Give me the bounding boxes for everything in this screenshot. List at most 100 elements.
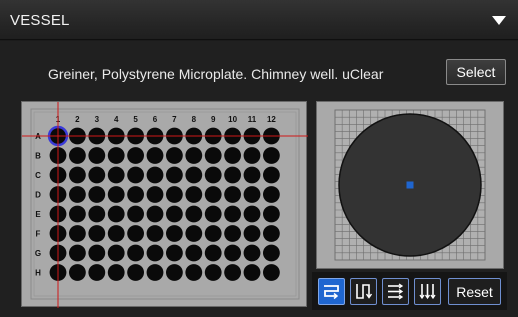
- well-F3[interactable]: [88, 225, 106, 242]
- well-H8[interactable]: [185, 264, 203, 281]
- well-E9[interactable]: [204, 205, 222, 223]
- well-D10[interactable]: [224, 186, 242, 203]
- well-F2[interactable]: [69, 225, 86, 242]
- well-D3[interactable]: [88, 186, 106, 203]
- well-B8[interactable]: [185, 147, 203, 164]
- column-label: 7: [172, 115, 177, 124]
- well-C11[interactable]: [243, 166, 261, 184]
- well-F5[interactable]: [127, 225, 144, 242]
- plate-map-canvas[interactable]: 123456789101112ABCDEFGH: [22, 102, 308, 308]
- well-C7[interactable]: [166, 166, 183, 184]
- well-D11[interactable]: [243, 186, 261, 203]
- well-E3[interactable]: [88, 205, 106, 223]
- well-E8[interactable]: [185, 205, 203, 223]
- well-B5[interactable]: [127, 147, 144, 164]
- well-H2[interactable]: [69, 264, 86, 281]
- well-D8[interactable]: [185, 186, 203, 203]
- well-E2[interactable]: [69, 205, 86, 223]
- well-F4[interactable]: [107, 225, 125, 242]
- panel-header[interactable]: VESSEL: [0, 0, 518, 40]
- well-D6[interactable]: [146, 186, 164, 203]
- well-E4[interactable]: [107, 205, 125, 223]
- well-B4[interactable]: [107, 147, 125, 164]
- well-G9[interactable]: [204, 244, 222, 262]
- column-label: 9: [211, 115, 216, 124]
- well-D5[interactable]: [127, 186, 144, 203]
- well-H5[interactable]: [127, 264, 144, 281]
- well-C2[interactable]: [69, 166, 86, 184]
- well-G5[interactable]: [127, 244, 144, 262]
- well-C12[interactable]: [263, 166, 280, 184]
- well-E6[interactable]: [146, 205, 164, 223]
- raster-horizontal-button[interactable]: [382, 278, 409, 305]
- well-E5[interactable]: [127, 205, 144, 223]
- row-label: B: [35, 152, 41, 161]
- well-B9[interactable]: [204, 147, 222, 164]
- well-C3[interactable]: [88, 166, 106, 184]
- well-G8[interactable]: [185, 244, 203, 262]
- well-C5[interactable]: [127, 166, 144, 184]
- well-D4[interactable]: [107, 186, 125, 203]
- well-E12[interactable]: [263, 205, 280, 223]
- well-C6[interactable]: [146, 166, 164, 184]
- row-label: E: [35, 210, 41, 219]
- well-H4[interactable]: [107, 264, 125, 281]
- well-G4[interactable]: [107, 244, 125, 262]
- imaging-site-marker[interactable]: [406, 181, 414, 189]
- well-C8[interactable]: [185, 166, 203, 184]
- well-F8[interactable]: [185, 225, 203, 242]
- well-G7[interactable]: [166, 244, 183, 262]
- well-G3[interactable]: [88, 244, 106, 262]
- well-B10[interactable]: [224, 147, 242, 164]
- row-label: F: [36, 230, 41, 239]
- column-label: 12: [267, 115, 276, 124]
- snake-horizontal-button[interactable]: [318, 278, 345, 305]
- well-H3[interactable]: [88, 264, 106, 281]
- well-H6[interactable]: [146, 264, 164, 281]
- well-B12[interactable]: [263, 147, 280, 164]
- well-F6[interactable]: [146, 225, 164, 242]
- raster-vertical-button[interactable]: [414, 278, 441, 305]
- well-C4[interactable]: [107, 166, 125, 184]
- well-F11[interactable]: [243, 225, 261, 242]
- well-C9[interactable]: [204, 166, 222, 184]
- well-G12[interactable]: [263, 244, 280, 262]
- well-B6[interactable]: [146, 147, 164, 164]
- well-G11[interactable]: [243, 244, 261, 262]
- well-view-canvas[interactable]: [317, 102, 505, 270]
- well-D12[interactable]: [263, 186, 280, 203]
- well-D9[interactable]: [204, 186, 222, 203]
- row-label: D: [35, 191, 41, 200]
- snake-vertical-button[interactable]: [350, 278, 377, 305]
- row-label: G: [35, 249, 41, 258]
- well-E7[interactable]: [166, 205, 183, 223]
- well-H7[interactable]: [166, 264, 183, 281]
- well-H12[interactable]: [263, 264, 280, 281]
- well-E11[interactable]: [243, 205, 261, 223]
- well-view[interactable]: [316, 101, 504, 269]
- select-vessel-button[interactable]: Select: [446, 59, 506, 85]
- well-D7[interactable]: [166, 186, 183, 203]
- well-B2[interactable]: [69, 147, 86, 164]
- well-B3[interactable]: [88, 147, 106, 164]
- well-H11[interactable]: [243, 264, 261, 281]
- well-F7[interactable]: [166, 225, 183, 242]
- well-H10[interactable]: [224, 264, 242, 281]
- well-F12[interactable]: [263, 225, 280, 242]
- plate-map[interactable]: 123456789101112ABCDEFGH: [21, 101, 308, 308]
- raster-horizontal-icon: [388, 283, 404, 300]
- well-D2[interactable]: [69, 186, 86, 203]
- well-G10[interactable]: [224, 244, 242, 262]
- triangle-down-icon[interactable]: [492, 16, 506, 25]
- well-G6[interactable]: [146, 244, 164, 262]
- well-B11[interactable]: [243, 147, 261, 164]
- well-C10[interactable]: [224, 166, 242, 184]
- well-G2[interactable]: [69, 244, 86, 262]
- column-label: 3: [95, 115, 100, 124]
- well-H9[interactable]: [204, 264, 222, 281]
- well-F9[interactable]: [204, 225, 222, 242]
- well-E10[interactable]: [224, 205, 242, 223]
- reset-button[interactable]: Reset: [448, 278, 501, 305]
- well-B7[interactable]: [166, 147, 183, 164]
- well-F10[interactable]: [224, 225, 242, 242]
